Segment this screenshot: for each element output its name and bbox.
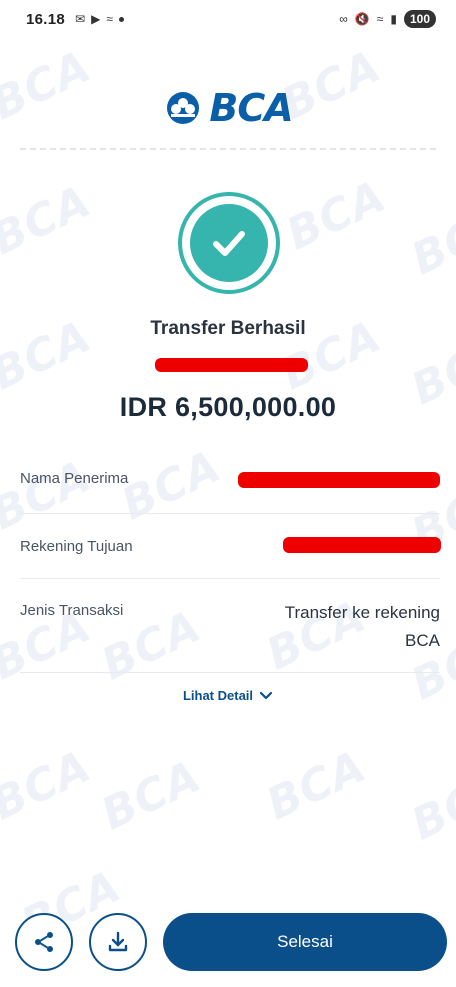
divider	[20, 578, 440, 579]
done-button-label: Selesai	[277, 932, 333, 951]
detail-label: Jenis Transaksi	[20, 602, 124, 619]
dashed-divider	[20, 148, 436, 150]
see-detail-label: Lihat Detail	[182, 688, 254, 703]
share-button[interactable]	[15, 913, 73, 971]
link-icon: ∞	[339, 12, 348, 26]
redaction-mark	[155, 358, 308, 372]
done-button[interactable]: Selesai	[163, 913, 447, 971]
divider	[20, 672, 440, 673]
detail-value: BCA	[405, 631, 440, 650]
detail-value: Transfer ke rekening	[284, 603, 440, 622]
redaction-mark	[283, 537, 441, 553]
success-badge	[178, 192, 280, 294]
bca-logo: BCA	[0, 86, 456, 130]
detail-label: Nama Penerima	[20, 470, 129, 487]
redaction-mark	[238, 472, 440, 488]
wifi-icon: ≈	[376, 12, 384, 26]
notification-dot	[118, 16, 124, 22]
bca-emblem-icon	[167, 92, 200, 124]
checkmark-icon	[213, 231, 245, 256]
bca-logo-text: BCA	[209, 86, 293, 130]
detail-label: Rekening Tujuan	[20, 538, 133, 555]
mute-icon: 🔇	[354, 12, 370, 26]
download-icon	[108, 931, 128, 952]
transfer-amount: IDR 6,500,000.00	[119, 392, 337, 422]
chevron-down-icon	[259, 691, 273, 699]
detail-row-transaction-type: Jenis Transaksi Transfer ke rekening BCA	[20, 602, 440, 658]
youtube-icon: ▶	[91, 12, 101, 26]
gmail-icon: ✉	[75, 12, 86, 26]
download-button[interactable]	[89, 913, 147, 971]
battery-indicator: 100	[403, 10, 436, 28]
status-time: 16.18	[26, 10, 66, 28]
share-icon	[35, 932, 53, 952]
see-detail-link[interactable]: Lihat Detail	[0, 688, 456, 703]
status-bar: 16.18 ✉ ▶ ≈ ∞ 🔇 ≈ ▮ 100	[0, 0, 456, 38]
transfer-status-title: Transfer Berhasil	[150, 318, 306, 339]
signal-icon: ▮	[390, 12, 397, 26]
divider	[20, 513, 440, 514]
wave-icon: ≈	[106, 12, 113, 26]
